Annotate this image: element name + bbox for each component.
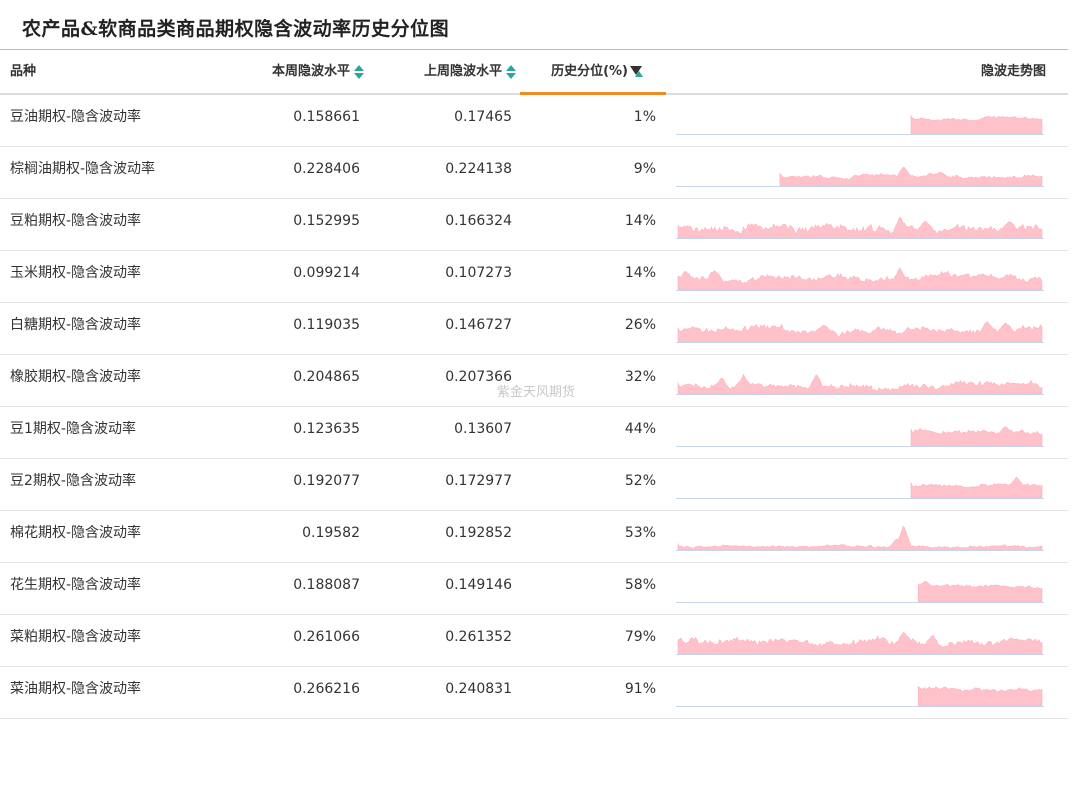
row-current-iv: 0.158661 [293, 109, 360, 125]
sparkline-area [910, 114, 1043, 135]
iv-sparkline [676, 672, 1046, 712]
header-percentile[interactable]: 历史分位(%) [520, 50, 666, 95]
iv-sparkline [676, 204, 1046, 244]
table-row[interactable]: 棉花期权-隐含波动率 0.19582 0.192852 53% [0, 511, 1068, 563]
table-row[interactable]: 豆油期权-隐含波动率 0.158661 0.17465 1% [0, 95, 1068, 147]
sparkline-area [917, 685, 1043, 707]
row-current-iv: 0.261066 [293, 629, 360, 645]
row-previous-iv: 0.207366 [445, 369, 512, 385]
sparkline-area [677, 216, 1043, 239]
row-previous-iv: 0.107273 [445, 265, 512, 281]
table-row[interactable]: 白糖期权-隐含波动率 0.119035 0.146727 26% [0, 303, 1068, 355]
header-percentile-label: 历史分位(%) [551, 64, 628, 79]
table-row[interactable]: 花生期权-隐含波动率 0.188087 0.149146 58% [0, 563, 1068, 615]
row-percentile: 1% [633, 109, 656, 125]
row-current-iv: 0.099214 [293, 265, 360, 281]
header-previous[interactable]: 上周隐波水平 [424, 50, 516, 93]
sort-desc-icon[interactable] [630, 65, 643, 78]
row-name: 豆1期权-隐含波动率 [10, 421, 136, 437]
row-name: 棉花期权-隐含波动率 [10, 525, 142, 541]
row-percentile: 26% [624, 317, 656, 333]
header-current-label: 本周隐波水平 [271, 64, 350, 79]
row-percentile: 14% [624, 213, 656, 229]
row-previous-iv: 0.224138 [445, 161, 512, 177]
sparkline-area [910, 476, 1043, 499]
row-name: 豆2期权-隐含波动率 [10, 473, 136, 489]
row-name: 菜油期权-隐含波动率 [10, 681, 142, 697]
table-row[interactable]: 玉米期权-隐含波动率 0.099214 0.107273 14% [0, 251, 1068, 303]
sparkline-area [677, 267, 1043, 291]
row-previous-iv: 0.13607 [454, 421, 512, 437]
sort-icon[interactable] [506, 64, 516, 79]
table-row[interactable]: 菜粕期权-隐含波动率 0.261066 0.261352 79% [0, 615, 1068, 667]
row-current-iv: 0.188087 [293, 577, 360, 593]
row-percentile: 79% [624, 629, 656, 645]
row-current-iv: 0.192077 [293, 473, 360, 489]
row-current-iv: 0.19582 [302, 525, 360, 541]
sort-icon[interactable] [354, 64, 364, 79]
table-header: 品种 本周隐波水平 上周隐波水平 历史分位(%) 隐波走势图 [0, 50, 1068, 95]
row-percentile: 52% [624, 473, 656, 489]
row-current-iv: 0.119035 [293, 317, 360, 333]
sparkline-area [677, 632, 1043, 655]
row-percentile: 44% [624, 421, 656, 437]
table-row[interactable]: 豆粕期权-隐含波动率 0.152995 0.166324 14% [0, 199, 1068, 251]
table-body: 豆油期权-隐含波动率 0.158661 0.17465 1% 棕榈油期权-隐含波动率 0.… [0, 95, 1068, 719]
iv-sparkline [676, 516, 1046, 556]
row-percentile: 32% [624, 369, 656, 385]
iv-sparkline [676, 308, 1046, 348]
row-name: 白糖期权-隐含波动率 [10, 317, 142, 333]
row-previous-iv: 0.166324 [445, 213, 512, 229]
row-percentile: 53% [624, 525, 656, 541]
row-previous-iv: 0.149146 [445, 577, 512, 593]
row-name: 菜粕期权-隐含波动率 [10, 629, 142, 645]
header-previous-label: 上周隐波水平 [423, 64, 502, 79]
iv-sparkline [676, 412, 1046, 452]
iv-sparkline [676, 464, 1046, 504]
table-row[interactable]: 菜油期权-隐含波动率 0.266216 0.240831 91% [0, 667, 1068, 719]
row-percentile: 91% [624, 681, 656, 697]
row-current-iv: 0.152995 [293, 213, 360, 229]
row-previous-iv: 0.240831 [445, 681, 512, 697]
row-current-iv: 0.228406 [293, 161, 360, 177]
row-previous-iv: 0.192852 [445, 525, 512, 541]
table-row[interactable]: 棕榈油期权-隐含波动率 0.228406 0.224138 9% [0, 147, 1068, 199]
sparkline-area [910, 426, 1043, 447]
row-percentile: 58% [624, 577, 656, 593]
table-row[interactable]: 豆2期权-隐含波动率 0.192077 0.172977 52% [0, 459, 1068, 511]
row-name: 豆油期权-隐含波动率 [10, 109, 142, 125]
iv-sparkline [676, 568, 1046, 608]
sparkline-area [779, 166, 1043, 187]
header-current[interactable]: 本周隐波水平 [272, 50, 364, 93]
row-previous-iv: 0.17465 [454, 109, 512, 125]
row-percentile: 9% [633, 161, 656, 177]
sparkline-area [677, 373, 1043, 395]
iv-sparkline [676, 360, 1046, 400]
header-trend: 隐波走势图 [980, 64, 1046, 79]
row-previous-iv: 0.261352 [445, 629, 512, 645]
iv-sparkline [676, 100, 1046, 140]
row-current-iv: 0.266216 [293, 681, 360, 697]
row-name: 棕榈油期权-隐含波动率 [10, 161, 156, 177]
row-percentile: 14% [624, 265, 656, 281]
iv-sparkline [676, 256, 1046, 296]
row-previous-iv: 0.172977 [445, 473, 512, 489]
header-name: 品种 [10, 64, 37, 79]
sparkline-area [917, 581, 1043, 603]
row-name: 花生期权-隐含波动率 [10, 577, 142, 593]
row-current-iv: 0.204865 [293, 369, 360, 385]
sparkline-area [677, 321, 1043, 343]
table-row[interactable]: 豆1期权-隐含波动率 0.123635 0.13607 44% [0, 407, 1068, 459]
table-row[interactable]: 橡胶期权-隐含波动率 0.204865 0.207366 32% [0, 355, 1068, 407]
row-name: 橡胶期权-隐含波动率 [10, 369, 142, 385]
iv-sparkline [676, 620, 1046, 660]
row-name: 豆粕期权-隐含波动率 [10, 213, 142, 229]
page-title: 农产品&软商品类商品期权隐含波动率历史分位图 [22, 18, 450, 40]
row-name: 玉米期权-隐含波动率 [10, 265, 142, 281]
sparkline-area [677, 525, 1043, 551]
iv-sparkline [676, 152, 1046, 192]
row-current-iv: 0.123635 [293, 421, 360, 437]
row-previous-iv: 0.146727 [445, 317, 512, 333]
